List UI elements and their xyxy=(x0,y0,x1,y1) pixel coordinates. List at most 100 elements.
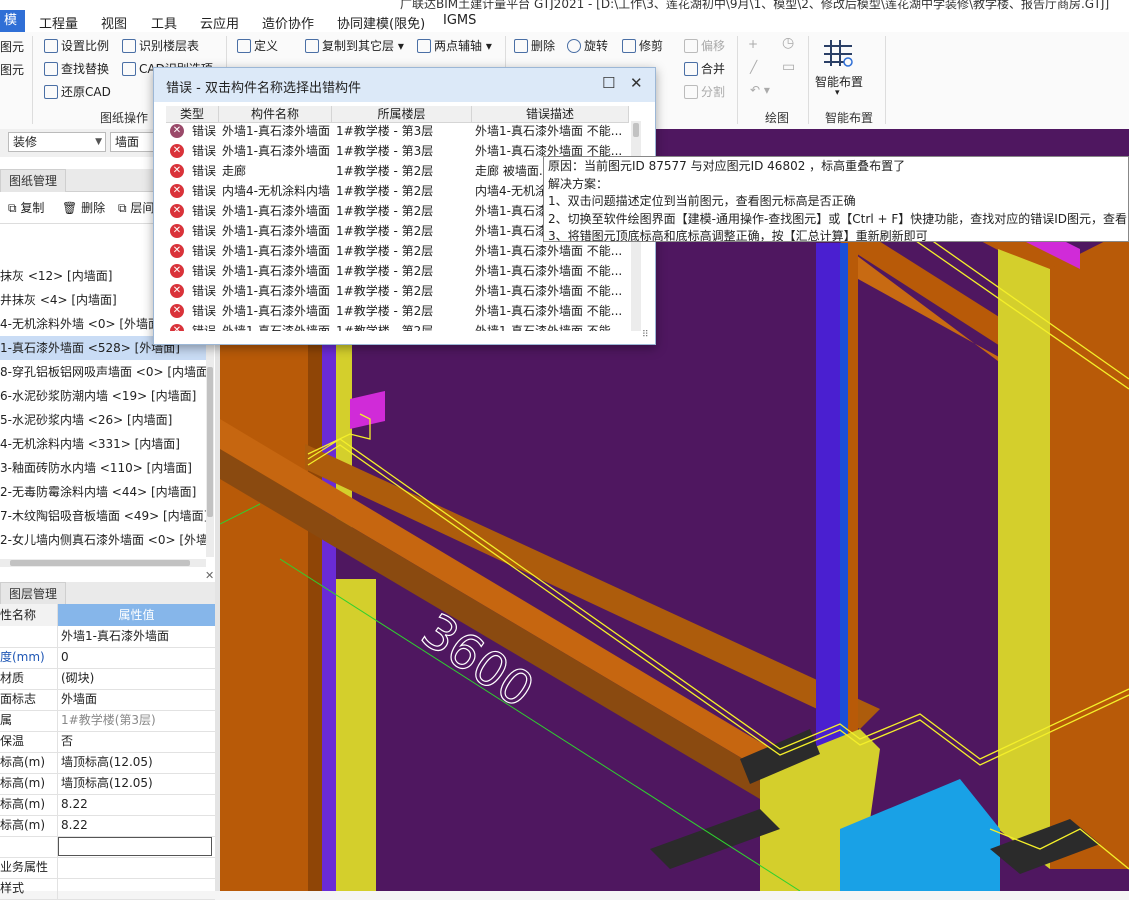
error-icon: ✕ xyxy=(170,144,184,158)
define-icon xyxy=(237,39,251,53)
table-row[interactable]: ✕ 错误 外墙1-真石漆外墙面 1#教学楼 - 第2层 外墙1-真石漆外墙面 不能... xyxy=(166,301,629,321)
find-replace-button[interactable]: 查找替换 xyxy=(44,60,109,77)
ribbon-cut-item-1[interactable]: 图元 xyxy=(0,38,24,55)
split-icon xyxy=(684,85,698,99)
floor-copy-button[interactable]: ⧉ 层间 xyxy=(118,199,154,216)
error-tooltip: 原因：当前图元ID 87577 与对应图元ID 46802 ，标高重叠布置了 解… xyxy=(543,156,1129,242)
ribbon-cut-item-2[interactable]: 图元 xyxy=(0,61,24,78)
resize-grip-icon[interactable]: ⠿ xyxy=(642,330,649,340)
point-icon[interactable]: + xyxy=(748,37,758,51)
table-row[interactable]: ✕ 错误 外墙1-真石漆外墙面 1#教学楼 - 第3层 外墙1-真石漆外墙面 不能... xyxy=(166,121,629,141)
window-title: 广联达BIM土建计量平台 GTJ2021 - [D:\工作\3、莲花湖初中\9月… xyxy=(400,0,1110,10)
menu-cost-collab[interactable]: 造价协作 xyxy=(262,13,314,32)
prop-row[interactable]: 外墙1-真石漆外墙面 xyxy=(0,626,215,648)
trim-button[interactable]: 修剪 xyxy=(622,37,663,54)
trash-icon: 🗑 xyxy=(62,201,82,215)
rotate-icon xyxy=(567,39,581,53)
list-item[interactable]: 5-水泥砂浆内墙 <26> [内墙面] xyxy=(0,408,206,432)
copy-to-floor-button[interactable]: 复制到其它层 ▾ xyxy=(305,37,404,54)
tooltip-step-2: 2、切换至软件绘图界面【建模-通用操作-查找图元】或【Ctrl + F】快捷功能… xyxy=(548,211,1129,226)
tooltip-solution-heading: 解决方案： xyxy=(548,176,609,191)
prop-row[interactable]: 标高(m) 墙顶标高(12.05) xyxy=(0,752,215,774)
set-scale-button[interactable]: 设置比例 xyxy=(44,37,109,54)
prop-row[interactable] xyxy=(0,836,215,858)
menu-tools[interactable]: 工具 xyxy=(151,13,177,32)
prop-row[interactable]: 面标志 外墙面 xyxy=(0,689,215,711)
delete-component-button[interactable]: 🗑 删除 xyxy=(62,199,105,216)
list-item[interactable]: 2-女儿墙内侧真石漆外墙面 <0> [外墙面] xyxy=(0,528,206,552)
rect-icon[interactable]: ▭ xyxy=(782,59,795,75)
tab-drawing-management[interactable]: 图纸管理 xyxy=(0,169,67,192)
list-hscrollbar[interactable] xyxy=(0,559,206,567)
prop-row[interactable]: 标高(m) 8.22 xyxy=(0,794,215,816)
scale-icon xyxy=(44,39,58,53)
props-header: 性名称 属性值 xyxy=(0,604,215,626)
merge-icon xyxy=(684,62,698,76)
prop-row[interactable]: 业务属性 xyxy=(0,857,215,879)
maximize-icon[interactable]: ☐ xyxy=(602,74,615,92)
merge-button[interactable]: 合并 xyxy=(684,60,725,77)
error-icon: ✕ xyxy=(170,264,184,278)
table-row[interactable]: ✕ 错误 外墙1-真石漆外墙面 1#教学楼 - 第2层 外墙1-真石漆外墙面 不能... xyxy=(166,241,629,261)
prop-row[interactable]: 度(mm) 0 xyxy=(0,647,215,669)
menu-modeling[interactable]: 模 xyxy=(0,10,26,32)
split-button[interactable]: 分割 xyxy=(684,83,725,100)
close-icon[interactable]: ✕ xyxy=(205,569,214,582)
prop-row[interactable]: 样式 xyxy=(0,878,215,900)
error-icon: ✕ xyxy=(170,204,184,218)
error-icon: ✕ xyxy=(170,124,184,138)
list-item[interactable]: 8-穿孔铝板铝网吸声墙面 <0> [内墙面] xyxy=(0,360,206,384)
table-row[interactable]: ✕ 错误 外墙1-真石漆外墙面 1#教学楼 - 第2层 外墙1-真石漆外墙面 不能... xyxy=(166,261,629,281)
close-icon[interactable]: ✕ xyxy=(630,74,643,92)
error-icon: ✕ xyxy=(170,164,184,178)
list-item[interactable]: 7-木纹陶铝吸音板墙面 <49> [内墙面] xyxy=(0,504,206,528)
tab-layer-management[interactable]: 图层管理 xyxy=(0,582,67,605)
trim-icon xyxy=(622,39,636,53)
title-bar: 广联达BIM土建计量平台 GTJ2021 - [D:\工作\3、莲花湖初中\9月… xyxy=(0,0,1129,10)
properties-table: 外墙1-真石漆外墙面 度(mm) 0 材质 (砌块) 面标志 外墙面 属 1#教学楼(第… xyxy=(0,626,215,900)
copy-component-button[interactable]: ⧉ 复制 xyxy=(8,199,44,216)
rotate-button[interactable]: 旋转 xyxy=(567,37,608,54)
list-item[interactable]: 4-无机涂料内墙 <331> [内墙面] xyxy=(0,432,206,456)
chevron-down-icon: ▼ xyxy=(95,137,102,147)
menu-quantity[interactable]: 工程量 xyxy=(39,13,78,32)
circle-icon[interactable]: ◷ xyxy=(782,35,794,51)
layer-select[interactable]: 装修 ▼ xyxy=(8,132,106,152)
delete-button[interactable]: 删除 xyxy=(514,37,555,54)
tooltip-step-3: 3、将错图元顶底标高和底标高调整正确，按【汇总计算】重新刷新即可 xyxy=(548,229,928,242)
prop-row[interactable]: 保温否 xyxy=(0,731,215,753)
identify-floor-table-button[interactable]: 识别楼层表 xyxy=(122,37,199,54)
group-label-draw: 绘图 xyxy=(765,111,790,125)
group-label-drawing-ops: 图纸操作 xyxy=(100,111,149,125)
search-icon xyxy=(44,62,58,76)
smart-layout-icon[interactable] xyxy=(822,38,854,68)
prop-row[interactable]: 标高(m) 墙顶标高(12.05) xyxy=(0,773,215,795)
define-button[interactable]: 定义 xyxy=(237,37,278,54)
chevron-down-icon[interactable]: ▾ xyxy=(835,88,840,98)
error-icon: ✕ xyxy=(170,224,184,238)
menu-collab-modeling[interactable]: 协同建模(限免) xyxy=(337,13,425,32)
two-point-axis-button[interactable]: 两点辅轴 ▾ xyxy=(417,37,492,54)
table-row[interactable]: ✕ 错误 外墙1-真石漆外墙面 1#教学楼 - 第2层 外墙1-真石漆外墙面 不能... xyxy=(166,321,629,331)
tooltip-step-1: 1、双击问题描述定位到当前图元，查看图元标高是否正确 xyxy=(548,194,856,208)
menu-view[interactable]: 视图 xyxy=(101,13,127,32)
prop-row[interactable]: 属 1#教学楼(第3层) xyxy=(0,710,215,732)
table-icon xyxy=(122,39,136,53)
restore-cad-button[interactable]: 还原CAD xyxy=(44,83,111,100)
tooltip-reason: 原因：当前图元ID 87577 与对应图元ID 46802 ，标高重叠布置了 xyxy=(548,159,906,173)
table-row[interactable]: ✕ 错误 外墙1-真石漆外墙面 1#教学楼 - 第2层 外墙1-真石漆外墙面 不能... xyxy=(166,281,629,301)
list-item[interactable]: 3-釉面砖防水内墙 <110> [内墙面] xyxy=(0,456,206,480)
prop-row[interactable]: 标高(m) 8.22 xyxy=(0,815,215,837)
offset-button[interactable]: 偏移 xyxy=(684,37,725,54)
axis-icon xyxy=(417,39,431,53)
error-icon: ✕ xyxy=(170,184,184,198)
menu-bar: 模 工程量 视图 工具 云应用 造价协作 协同建模(限免) IGMS xyxy=(0,10,1129,33)
menu-cloud[interactable]: 云应用 xyxy=(200,13,239,32)
arc-icon[interactable]: ↶ ▾ xyxy=(750,83,770,97)
dialog-header[interactable]: 错误 - 双击构件名称选择出错构件 ☐ ✕ xyxy=(154,68,655,102)
menu-igms[interactable]: IGMS xyxy=(443,13,476,28)
prop-row[interactable]: 材质 (砌块) xyxy=(0,668,215,690)
list-item[interactable]: 2-无毒防霉涂料内墙 <44> [内墙面] xyxy=(0,480,206,504)
list-item[interactable]: 6-水泥砂浆防潮内墙 <19> [内墙面] xyxy=(0,384,206,408)
line-icon[interactable]: ╱ xyxy=(750,60,757,74)
